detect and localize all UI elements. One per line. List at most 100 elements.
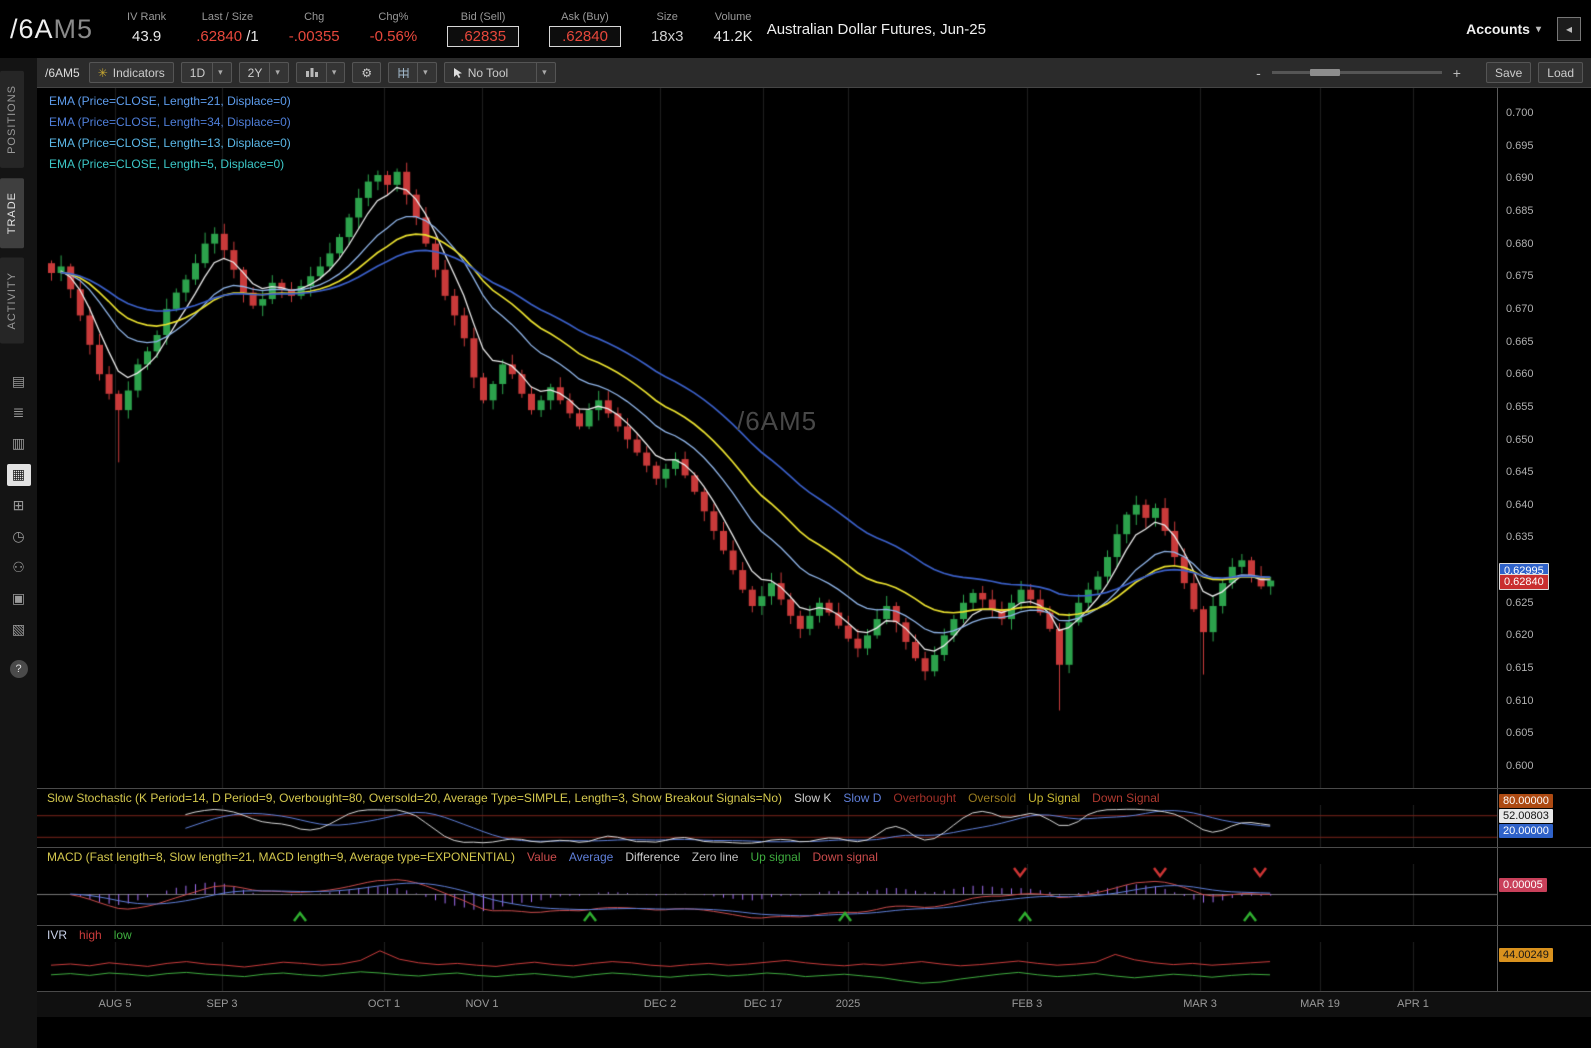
time-tick-feb-3: FEB 3 (1011, 998, 1043, 1010)
sidebar-tabs: POSITIONS TRADE ACTIVITY (0, 66, 37, 349)
ivr-legend-low[interactable]: low (114, 928, 132, 942)
quote-field-chg: Chg% -0.56% (370, 11, 418, 45)
quote-field-label: Last / Size (201, 11, 254, 23)
indicators-label: Indicators (112, 65, 165, 80)
ema-legend-row-1[interactable]: EMA (Price=CLOSE, Length=21, Displace=0) (49, 91, 291, 112)
range-select[interactable]: 2Y ▾ (238, 62, 289, 83)
collapse-panel-button[interactable]: ◂ (1557, 17, 1581, 41)
stochastic-legend-oversold[interactable]: Oversold (968, 791, 1016, 805)
load-button[interactable]: Load (1538, 62, 1583, 83)
time-tick-oct-1: OCT 1 (367, 998, 401, 1010)
stochastic-legend-slow-d[interactable]: Slow D (843, 791, 881, 805)
symbol-watermark: /6AM5 (737, 406, 818, 436)
price-tick: 0.615 (1506, 662, 1534, 675)
chevron-down-icon: ▾ (212, 63, 223, 82)
macd-legend-up-signal[interactable]: Up signal (750, 850, 800, 864)
main-chart-plot: EMA (Price=CLOSE, Length=21, Displace=0)… (37, 88, 1497, 788)
studies-grid-button[interactable]: ▾ (388, 62, 437, 83)
symbol-root: /6A (10, 13, 54, 44)
clock-icon[interactable]: ◷ (7, 526, 31, 548)
quote-field-value: 41.2K (713, 28, 753, 45)
sidebar-tab-trade[interactable]: TRADE (0, 177, 24, 249)
macd-value-label: 0.00005 (1499, 878, 1547, 892)
quote-field-suffix: /1 (242, 28, 259, 45)
stochastic-title[interactable]: Slow Stochastic (K Period=14, D Period=9… (47, 791, 782, 805)
ivr-title[interactable]: IVR (47, 928, 67, 942)
ema-legend-row-2[interactable]: EMA (Price=CLOSE, Length=34, Displace=0) (49, 112, 291, 133)
macd-legend-zero-line[interactable]: Zero line (692, 850, 739, 864)
chart-settings-button[interactable]: ⚙ (352, 62, 382, 83)
ema-legend-list: EMA (Price=CLOSE, Length=21, Displace=0)… (49, 91, 291, 175)
ema-legend-row-4[interactable]: EMA (Price=CLOSE, Length=5, Displace=0) (49, 154, 291, 175)
quote-field-volume: Volume 41.2K (713, 11, 752, 45)
toolbar-symbol: /6AM5 (45, 65, 80, 80)
quote-field-value: -.00355 (288, 28, 340, 45)
price-axis[interactable]: 0.700 0.695 0.690 0.685 0.680 0.675 0.670 0.665… (1497, 88, 1591, 788)
time-tick-apr-1: APR 1 (1397, 998, 1429, 1010)
macd-legend: MACD (Fast length=8, Slow length=21, MAC… (37, 848, 1497, 864)
macd-legend-average[interactable]: Average (569, 850, 613, 864)
macd-canvas[interactable] (37, 864, 1497, 925)
time-axis[interactable]: AUG 5 SEP 3 OCT 1 NOV 1 DEC 2 DEC 17 2025 FEB 3… (37, 991, 1591, 1017)
chevron-down-icon: ▾ (417, 63, 428, 82)
save-button[interactable]: Save (1485, 62, 1532, 83)
zoom-out-button[interactable]: - (1252, 65, 1265, 81)
quote-field-label: Size (656, 11, 678, 23)
drawing-tool-select[interactable]: No Tool ▾ (443, 62, 556, 83)
chart-type-select[interactable]: ▾ (295, 62, 346, 83)
gear-icon: ⚙ (361, 65, 373, 80)
people-icon[interactable]: ⚇ (7, 557, 31, 579)
macd-legend-value[interactable]: Value (527, 850, 557, 864)
price-tick: 0.685 (1506, 204, 1534, 217)
main-chart-row: EMA (Price=CLOSE, Length=21, Displace=0)… (37, 88, 1591, 788)
price-tick: 0.655 (1506, 400, 1534, 413)
zoom-slider[interactable] (1271, 69, 1442, 76)
zoom-in-button[interactable]: + (1449, 65, 1465, 81)
accounts-label: Accounts (1466, 21, 1530, 37)
ivr-legend-high[interactable]: high (79, 928, 102, 942)
zoom-slider-handle[interactable] (1309, 69, 1340, 76)
stochastic-value-label: 80.00000 (1499, 794, 1553, 808)
charts-icon[interactable]: ▦ (6, 463, 31, 486)
sidebar-tab-positions[interactable]: POSITIONS (0, 71, 24, 168)
stochastic-value-label: 52.00803 (1499, 809, 1553, 823)
quote-field-chg: Chg -.00355 (289, 11, 340, 45)
ema-legend-row-3[interactable]: EMA (Price=CLOSE, Length=13, Displace=0) (49, 133, 291, 154)
quote-field-iv-rank: IV Rank 43.9 (127, 11, 166, 45)
quote-field-value: .62835 (447, 26, 520, 47)
stochastic-legend: Slow Stochastic (K Period=14, D Period=9… (37, 789, 1497, 805)
left-sidebar: POSITIONS TRADE ACTIVITY ▤ ≣ ▥ ▦ ⊞ ◷ ⚇ ▣ ▧? (0, 58, 37, 1048)
time-tick-mar-3: MAR 3 (1183, 998, 1217, 1010)
timeframe-select[interactable]: 1D ▾ (180, 62, 232, 83)
quote-field-last-size: Last / Size .62840 /1 (196, 11, 259, 45)
time-tick-dec-2: DEC 2 (643, 998, 677, 1010)
indicators-icon: ✳ (97, 65, 108, 80)
quote-field-label: Chg% (378, 11, 409, 23)
indicators-button[interactable]: ✳ Indicators (88, 62, 174, 83)
grid-columns-icon (398, 67, 409, 78)
stochastic-legend-down-signal[interactable]: Down Signal (1092, 791, 1159, 805)
grid-icon[interactable]: ⊞ (7, 495, 31, 517)
quotes-icon[interactable]: ▤ (7, 371, 31, 393)
stochastic-canvas[interactable] (37, 805, 1497, 847)
ivr-canvas[interactable] (37, 942, 1497, 991)
archive-icon[interactable]: ▣ (7, 588, 31, 610)
stochastic-legend-overbought[interactable]: Overbought (893, 791, 956, 805)
macd-legend-down-signal[interactable]: Down signal (813, 850, 878, 864)
sidebar-tab-activity[interactable]: ACTIVITY (0, 258, 24, 344)
watchlist-icon[interactable]: ▥ (7, 433, 31, 455)
ivr-panel: IVR high low 44.00249 (37, 925, 1591, 991)
macd-title[interactable]: MACD (Fast length=8, Slow length=21, MAC… (47, 850, 515, 864)
notes-icon[interactable]: ▧ (7, 619, 31, 641)
chart-toolbar: /6AM5 ✳ Indicators 1D ▾ 2Y ▾ ▾ ⚙ ▾ No To… (37, 58, 1591, 88)
scanner-icon[interactable]: ≣ (7, 402, 31, 424)
stochastic-legend-slow-k[interactable]: Slow K (794, 791, 831, 805)
accounts-menu[interactable]: Accounts ▾ (1466, 21, 1541, 37)
macd-axis: 0.00005 (1497, 848, 1591, 925)
stochastic-legend-up-signal[interactable]: Up Signal (1028, 791, 1080, 805)
help-icon[interactable]: ? (9, 659, 28, 678)
macd-legend-difference[interactable]: Difference (625, 850, 679, 864)
price-tick: 0.665 (1506, 335, 1534, 348)
price-chart-canvas[interactable] (37, 88, 1497, 788)
quote-field-value: .62840 (549, 26, 621, 47)
